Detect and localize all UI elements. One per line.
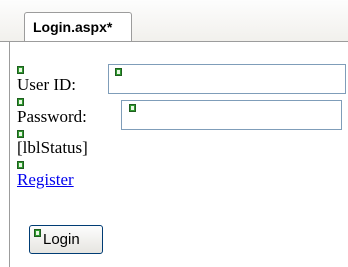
label-glyph-icon xyxy=(17,66,24,74)
server-control-glyph-icon xyxy=(129,104,136,112)
document-tab-strip: Login.aspx* xyxy=(0,0,348,42)
login-button-label: Login xyxy=(43,231,80,248)
button-glyph-icon xyxy=(34,229,41,237)
tab-login-aspx[interactable]: Login.aspx* xyxy=(24,12,132,42)
user-id-label: User ID: xyxy=(17,75,77,94)
register-link[interactable]: Register xyxy=(17,170,74,190)
design-surface: User ID: Password: [lblStatus] Register … xyxy=(10,42,348,267)
tab-label: Login.aspx* xyxy=(33,19,113,35)
label-glyph-icon xyxy=(17,130,24,138)
server-control-glyph-icon xyxy=(115,68,122,76)
label-glyph-icon xyxy=(17,98,24,106)
login-button[interactable]: Login xyxy=(29,225,103,254)
hyperlink-glyph-icon xyxy=(17,161,24,169)
status-label: [lblStatus] xyxy=(17,138,88,157)
password-label: Password: xyxy=(17,107,87,126)
password-input[interactable] xyxy=(121,100,342,130)
user-id-input[interactable] xyxy=(108,64,346,94)
